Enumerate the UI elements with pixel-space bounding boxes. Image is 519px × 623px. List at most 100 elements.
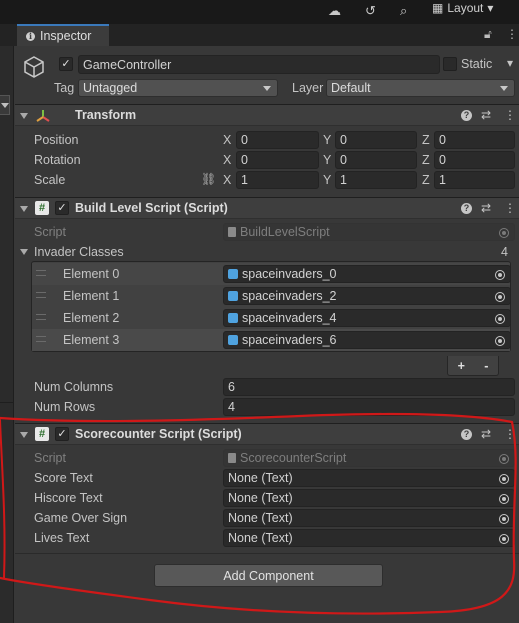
object-picker-icon[interactable]: [499, 514, 509, 524]
build-level-header[interactable]: # ✓ Build Level Script (Script) ? ⇄ ⋮: [15, 197, 519, 219]
more-icon[interactable]: ⋮: [504, 108, 516, 122]
help-icon[interactable]: ?: [461, 429, 472, 440]
lives-text-field[interactable]: None (Text): [223, 529, 515, 547]
game-over-sign-field[interactable]: None (Text): [223, 509, 515, 527]
element-value: spaceinvaders_4: [242, 311, 337, 325]
object-picker-icon[interactable]: [495, 270, 505, 280]
cube-icon: [228, 335, 238, 345]
scale-z-label[interactable]: Z: [422, 173, 430, 187]
build-level-script-field: BuildLevelScript: [223, 223, 515, 241]
constrain-proportions-icon[interactable]: ⛓︎: [201, 172, 216, 186]
divider: [15, 553, 519, 554]
lives-text-value: None (Text): [228, 531, 293, 545]
position-x-field[interactable]: 0: [236, 131, 319, 149]
scale-z-field[interactable]: 1: [434, 171, 515, 189]
num-columns-field[interactable]: 6: [223, 378, 515, 396]
preset-icon[interactable]: ⇄: [481, 201, 491, 215]
list-item: Element 2 spaceinvaders_4: [32, 307, 511, 329]
history-icon[interactable]: ↺: [365, 3, 376, 19]
scorecounter-header[interactable]: # ✓ Scorecounter Script (Script) ? ⇄ ⋮: [15, 423, 519, 445]
more-icon[interactable]: ⋮: [506, 27, 518, 41]
element-object-field[interactable]: spaceinvaders_0: [223, 265, 511, 283]
drag-handle-icon[interactable]: [36, 292, 46, 298]
scale-x-field[interactable]: 1: [236, 171, 319, 189]
static-dropdown-icon[interactable]: ▾: [507, 56, 513, 70]
foldout-arrow-icon[interactable]: [20, 249, 28, 255]
preset-icon[interactable]: ⇄: [481, 108, 491, 122]
element-object-field[interactable]: spaceinvaders_4: [223, 309, 511, 327]
scorecounter-script-field: ScorecounterScript: [223, 449, 515, 467]
scale-z-value: 1: [439, 173, 446, 187]
drag-handle-icon[interactable]: [36, 314, 46, 320]
remove-element-button[interactable]: -: [484, 359, 488, 373]
component-enabled-checkbox[interactable]: ✓: [55, 427, 69, 441]
rotation-y-field[interactable]: 0: [335, 151, 417, 169]
scale-y-field[interactable]: 1: [335, 171, 417, 189]
scale-x-label[interactable]: X: [223, 173, 231, 187]
score-text-value: None (Text): [228, 471, 293, 485]
layout-label: Layout: [447, 0, 484, 15]
help-icon[interactable]: ?: [461, 203, 472, 214]
cube-icon: [228, 291, 238, 301]
drag-handle-icon[interactable]: [36, 270, 46, 276]
position-z-label[interactable]: Z: [422, 133, 430, 147]
game-over-sign-label: Game Over Sign: [34, 511, 128, 525]
script-file-icon: [228, 227, 236, 237]
rotation-x-label[interactable]: X: [223, 153, 231, 167]
num-rows-field[interactable]: 4: [223, 398, 515, 416]
object-picker-icon[interactable]: [495, 292, 505, 302]
position-x-label[interactable]: X: [223, 133, 231, 147]
tab-inspector[interactable]: i Inspector: [17, 24, 109, 46]
cloud-icon[interactable]: ☁: [328, 3, 341, 19]
position-y-label[interactable]: Y: [323, 133, 331, 147]
rotation-z-label[interactable]: Z: [422, 153, 430, 167]
build-level-title: Build Level Script (Script): [75, 201, 228, 215]
object-picker-icon[interactable]: [495, 336, 505, 346]
element-object-field[interactable]: spaceinvaders_2: [223, 287, 511, 305]
left-dropdown[interactable]: [0, 95, 10, 115]
score-text-field[interactable]: None (Text): [223, 469, 515, 487]
rotation-y-label[interactable]: Y: [323, 153, 331, 167]
transform-axes-icon: [36, 110, 50, 122]
rotation-x-field[interactable]: 0: [236, 151, 319, 169]
foldout-arrow-icon[interactable]: [20, 206, 28, 212]
list-size-field[interactable]: 4: [501, 245, 508, 259]
info-icon: i: [26, 31, 35, 41]
gameobject-name-field[interactable]: GameController: [78, 55, 440, 74]
layer-dropdown[interactable]: Default: [326, 79, 515, 97]
component-enabled-checkbox[interactable]: ✓: [55, 201, 69, 215]
hiscore-text-field[interactable]: None (Text): [223, 489, 515, 507]
rotation-z-field[interactable]: 0: [434, 151, 515, 169]
chevron-down-icon: [263, 86, 271, 91]
add-element-button[interactable]: +: [458, 359, 465, 373]
add-component-button[interactable]: Add Component: [154, 564, 383, 587]
static-checkbox[interactable]: [443, 57, 457, 71]
tag-dropdown[interactable]: Untagged: [78, 79, 278, 97]
transform-header[interactable]: Transform ? ⇄ ⋮: [15, 104, 519, 126]
more-icon[interactable]: ⋮: [504, 427, 516, 441]
search-icon[interactable]: ⌕: [400, 3, 407, 19]
object-picker-icon[interactable]: [499, 494, 509, 504]
foldout-arrow-icon[interactable]: [20, 432, 28, 438]
rotation-z-value: 0: [439, 153, 446, 167]
more-icon[interactable]: ⋮: [504, 201, 516, 215]
object-picker-icon[interactable]: [499, 474, 509, 484]
active-checkbox[interactable]: ✓: [59, 57, 73, 71]
invader-classes-label[interactable]: Invader Classes: [34, 245, 124, 259]
position-z-field[interactable]: 0: [434, 131, 515, 149]
position-y-field[interactable]: 0: [335, 131, 417, 149]
element-object-field[interactable]: spaceinvaders_6: [223, 331, 511, 349]
help-icon[interactable]: ?: [461, 110, 472, 121]
drag-handle-icon[interactable]: [36, 336, 46, 342]
layout-dropdown[interactable]: ▦ Layout ▾: [432, 0, 493, 15]
foldout-arrow-icon[interactable]: [20, 113, 28, 119]
transform-title: Transform: [75, 108, 137, 122]
object-picker-icon[interactable]: [495, 314, 505, 324]
position-y-value: 0: [340, 133, 347, 147]
preset-icon[interactable]: ⇄: [481, 427, 491, 441]
lock-icon[interactable]: 🔓︎: [484, 27, 492, 42]
element-label: Element 0: [63, 267, 120, 281]
layout-icon: ▦: [432, 0, 444, 15]
object-picker-icon[interactable]: [499, 534, 509, 544]
scale-y-label[interactable]: Y: [323, 173, 331, 187]
